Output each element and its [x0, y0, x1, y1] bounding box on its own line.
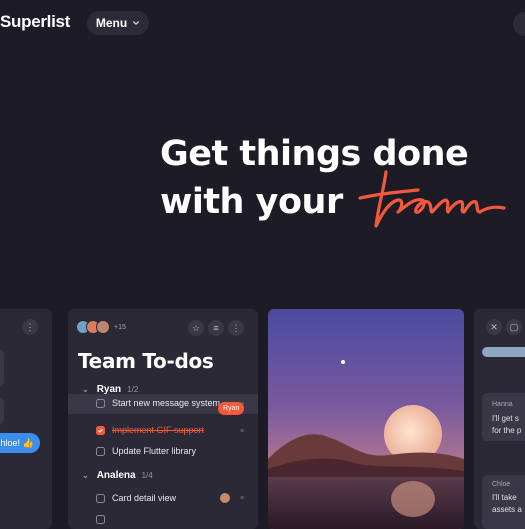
avatar: [96, 320, 110, 334]
star-icon[interactable]: ☆: [188, 320, 204, 336]
avatar: [220, 493, 230, 503]
comment-author: Chloe: [492, 481, 511, 488]
close-icon[interactable]: ✕: [486, 319, 502, 335]
comment-author: Hanna: [492, 401, 513, 408]
chat-bubble: [0, 397, 4, 425]
section-header-analena[interactable]: ⌄ Analena 1/4: [82, 470, 153, 481]
moon-photo-card: [268, 309, 464, 529]
chevron-down-icon: [133, 21, 140, 25]
task-checkbox[interactable]: [96, 398, 105, 408]
task-checkbox-checked[interactable]: [96, 425, 105, 435]
comments-card: ✕ ▢ Hanna I'll get s for the p Chloe I'l…: [474, 309, 525, 529]
task-checkbox[interactable]: [96, 493, 105, 503]
image-preview: [482, 347, 525, 357]
assignee-tag: Ryan: [218, 402, 245, 415]
superlist-logo[interactable]: Superlist: [0, 12, 70, 32]
comment-text: assets a: [492, 505, 522, 514]
more-options-icon[interactable]: ⋮: [22, 319, 38, 335]
moon-landscape-image: [268, 309, 464, 529]
menu-button-label: Menu: [95, 16, 128, 30]
team-script-logo: team: [358, 170, 506, 228]
more-options-icon[interactable]: ⋮: [228, 320, 244, 336]
task-item[interactable]: [96, 515, 112, 524]
task-item[interactable]: Card detail view: [96, 493, 176, 503]
task-details-icon[interactable]: ≡: [240, 428, 249, 435]
team-todos-card: +15 ☆ ≡ ⋮ Team To-dos ⌄ Ryan 1/2 Start new…: [68, 309, 258, 529]
chat-message-chloe: Chloe! 👍: [0, 433, 40, 453]
hero-heading-line2: with your: [160, 182, 343, 222]
chat-card: ⋮ Chloe! 👍: [0, 309, 52, 529]
chevron-down-icon: ⌄: [82, 471, 89, 480]
card-title: Team To-dos: [78, 349, 214, 373]
avatar-group[interactable]: +15: [76, 320, 126, 334]
chat-bubble: [0, 349, 4, 387]
avatar-count: +15: [114, 323, 126, 331]
comment-text: for the p: [492, 426, 522, 435]
comment-text: I'll take: [492, 493, 517, 502]
comment-text: I'll get s: [492, 414, 519, 423]
chevron-down-icon: ⌄: [82, 385, 89, 394]
task-checkbox[interactable]: [96, 515, 105, 524]
menu-button[interactable]: Menu: [87, 11, 149, 35]
task-item[interactable]: Implement GIF support: [96, 425, 204, 435]
expand-icon[interactable]: ▢: [506, 319, 522, 335]
task-item[interactable]: Start new message system: [96, 398, 220, 408]
header-action-button[interactable]: [513, 12, 525, 36]
task-details-icon[interactable]: ≡: [240, 495, 249, 502]
filter-icon[interactable]: ≡: [208, 320, 224, 336]
task-item[interactable]: Update Flutter library: [96, 446, 196, 456]
task-checkbox[interactable]: [96, 446, 105, 456]
